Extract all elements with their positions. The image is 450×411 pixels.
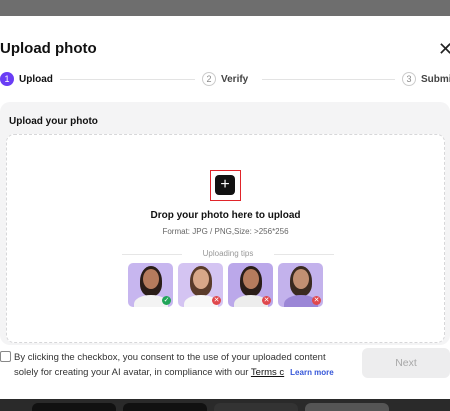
step-number: 2 — [202, 72, 216, 86]
background-top — [0, 0, 450, 16]
step-connector — [262, 79, 395, 80]
section-title: Upload your photo — [9, 116, 98, 127]
background-thumbnail — [32, 403, 116, 411]
step-connector — [60, 79, 195, 80]
plus-icon[interactable]: + — [215, 175, 235, 195]
x-icon: ✕ — [312, 296, 321, 305]
next-button[interactable]: Next — [362, 348, 450, 378]
format-hint: Format: JPG / PNG,Size: >256*256 — [162, 227, 289, 236]
step-verify: 2 Verify — [202, 71, 248, 87]
terms-link[interactable]: Terms c — [251, 367, 284, 378]
step-label: Verify — [221, 73, 249, 85]
step-number: 1 — [0, 72, 14, 86]
tip-photo-bad: ✕ — [278, 263, 323, 307]
step-upload: 1 Upload — [0, 71, 53, 87]
step-submit: 3 Submi — [402, 71, 450, 87]
tip-photo-bad: ✕ — [228, 263, 273, 307]
learn-more-link[interactable]: Learn more — [290, 368, 334, 377]
consent-text: By clicking the checkbox, you consent to… — [14, 350, 350, 380]
tip-photo-good: ✓ — [128, 263, 173, 307]
x-icon: ✕ — [262, 296, 271, 305]
x-icon: ✕ — [212, 296, 221, 305]
upload-photo-dialog: Upload photo ✕ 1 Upload 2 Verify 3 Submi… — [0, 16, 450, 399]
background-thumbnail — [123, 403, 207, 411]
upload-button-highlight: + — [210, 170, 241, 201]
background-thumbnail — [305, 403, 389, 411]
step-label: Upload — [19, 73, 53, 85]
face — [142, 269, 159, 289]
divider — [274, 254, 334, 255]
face — [242, 269, 259, 289]
step-label: Submi — [421, 73, 450, 85]
uploading-tips-header: Uploading tips — [122, 249, 334, 259]
step-number: 3 — [402, 72, 416, 86]
close-icon[interactable]: ✕ — [438, 40, 450, 58]
face — [192, 269, 209, 289]
drop-zone[interactable]: + Drop your photo here to upload Format:… — [6, 134, 445, 343]
drop-title: Drop your photo here to upload — [150, 210, 301, 221]
background-thumbnail — [214, 403, 298, 411]
consent-checkbox[interactable] — [0, 351, 11, 362]
face — [292, 269, 309, 289]
upload-panel: Upload your photo + Drop your photo here… — [0, 102, 450, 345]
tip-photo-bad: ✕ — [178, 263, 223, 307]
dialog-title: Upload photo — [0, 40, 97, 57]
check-icon: ✓ — [162, 296, 171, 305]
